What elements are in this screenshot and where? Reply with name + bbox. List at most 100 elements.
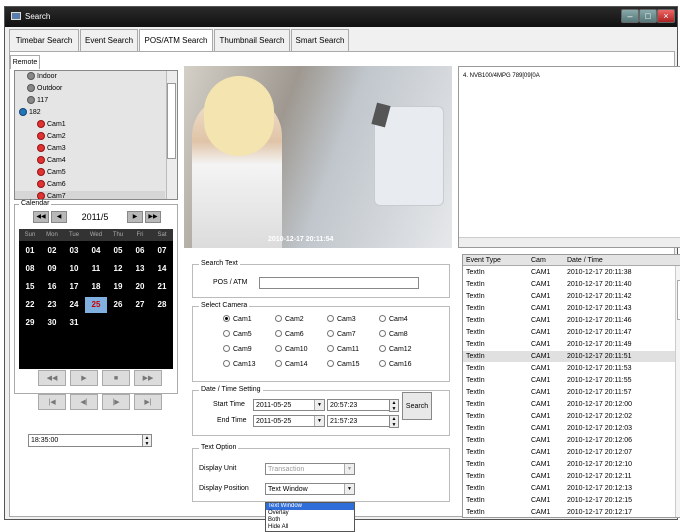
camera-radio[interactable]: Cam9 (223, 344, 252, 355)
calendar-day[interactable]: 31 (63, 315, 85, 331)
table-row[interactable]: TextIn CAM1 2010-12-17 20:11:40 (463, 279, 675, 290)
option-overlay[interactable]: Overlay (266, 510, 354, 517)
calendar-day[interactable]: 28 (151, 297, 173, 313)
minimize-button[interactable]: – (621, 9, 639, 23)
calendar-day[interactable]: 13 (129, 261, 151, 277)
tab-pos-atm-search[interactable]: POS/ATM Search (139, 29, 213, 52)
camera-radio[interactable]: Cam5 (223, 329, 252, 340)
start-date-dropdown-icon[interactable]: ▼ (314, 400, 324, 410)
reverse-play-button[interactable]: ▶ (70, 370, 98, 386)
display-position-dropdown-icon[interactable]: ▼ (344, 484, 354, 494)
first-frame-button[interactable]: |◀ (38, 394, 66, 410)
tree-item[interactable]: Cam5 (15, 167, 165, 179)
camera-radio[interactable]: Cam10 (275, 344, 308, 355)
col-date-time[interactable]: Date / Time (567, 255, 603, 266)
tree-item[interactable]: Cam7 (15, 191, 165, 199)
maximize-button[interactable]: □ (639, 9, 657, 23)
calendar-day[interactable]: 03 (63, 243, 85, 259)
tree-item[interactable]: Cam4 (15, 155, 165, 167)
event-table-scrollbar[interactable] (675, 266, 680, 517)
tree-item[interactable]: 117 (15, 95, 165, 107)
calendar-day[interactable]: 23 (41, 297, 63, 313)
table-row[interactable]: TextIn CAM1 2010-12-17 20:12:02 (463, 411, 675, 422)
search-button[interactable]: Search (402, 392, 432, 420)
table-row[interactable]: TextIn CAM1 2010-12-17 20:12:15 (463, 495, 675, 506)
playback-time-spinner[interactable]: ▲ ▼ (142, 434, 152, 447)
close-button[interactable]: × (657, 9, 675, 23)
calendar-day[interactable]: 17 (63, 279, 85, 295)
tree-item[interactable]: Cam1 (15, 119, 165, 131)
start-date-select[interactable]: 2011-05-25 ▼ (253, 399, 325, 411)
tab-event-search[interactable]: Event Search (80, 29, 138, 51)
fast-forward-button[interactable]: ▶▶ (134, 370, 162, 386)
start-time-input[interactable]: 20:57:23 (327, 399, 397, 411)
calendar-day[interactable]: 04 (85, 243, 107, 259)
text-panel-scrollbar[interactable] (459, 237, 680, 247)
col-event-type[interactable]: Event Type (466, 255, 501, 266)
calendar-day[interactable]: 01 (19, 243, 41, 259)
camera-radio[interactable]: Cam8 (379, 329, 408, 340)
calendar-day[interactable]: 15 (19, 279, 41, 295)
camera-radio[interactable]: Cam15 (327, 359, 360, 370)
table-row[interactable]: TextIn CAM1 2010-12-17 20:11:49 (463, 339, 675, 350)
end-time-spinner[interactable]: ▲ ▼ (389, 415, 399, 428)
calendar-day[interactable]: 16 (41, 279, 63, 295)
tree-item[interactable]: 182 (15, 107, 165, 119)
tab-smart-search[interactable]: Smart Search (291, 29, 349, 51)
camera-radio[interactable]: Cam11 (327, 344, 359, 355)
table-row[interactable]: TextIn CAM1 2010-12-17 20:11:46 (463, 315, 675, 326)
table-row[interactable]: TextIn CAM1 2010-12-17 20:11:38 (463, 267, 675, 278)
camera-radio[interactable]: Cam12 (379, 344, 412, 355)
display-position-select[interactable]: Text Window ▼ (265, 483, 355, 495)
next-month-button[interactable]: ▶ (127, 211, 143, 223)
tree-item[interactable]: Cam6 (15, 179, 165, 191)
tree-item[interactable]: Cam3 (15, 143, 165, 155)
calendar-day[interactable]: 24 (63, 297, 85, 313)
prev-year-button[interactable]: ◀◀ (33, 211, 49, 223)
table-row[interactable]: TextIn CAM1 2010-12-17 20:11:55 (463, 375, 675, 386)
table-row[interactable]: TextIn CAM1 2010-12-17 20:11:53 (463, 363, 675, 374)
calendar-day[interactable]: 20 (129, 279, 151, 295)
camera-radio[interactable]: Cam3 (327, 314, 356, 325)
tab-timebar-search[interactable]: Timebar Search (9, 29, 79, 51)
camera-radio[interactable]: Cam16 (379, 359, 412, 370)
camera-radio[interactable]: Cam6 (275, 329, 304, 340)
calendar-day[interactable]: 30 (41, 315, 63, 331)
rewind-button[interactable]: ◀◀ (38, 370, 66, 386)
tab-remote[interactable]: Remote (10, 55, 40, 69)
calendar-day[interactable]: 21 (151, 279, 173, 295)
table-row[interactable]: TextIn CAM1 2010-12-17 20:11:51 (463, 351, 675, 362)
calendar-day[interactable]: 27 (129, 297, 151, 313)
tree-item[interactable]: Indoor (15, 71, 165, 83)
table-row[interactable]: TextIn CAM1 2010-12-17 20:12:06 (463, 435, 675, 446)
next-year-button[interactable]: ▶▶ (145, 211, 161, 223)
calendar-day[interactable]: 29 (19, 315, 41, 331)
calendar-day[interactable]: 08 (19, 261, 41, 277)
tab-thumbnail-search[interactable]: Thumbnail Search (214, 29, 290, 51)
calendar-day[interactable]: 05 (107, 243, 129, 259)
stop-button[interactable]: ■ (102, 370, 130, 386)
table-row[interactable]: TextIn CAM1 2010-12-17 20:11:47 (463, 327, 675, 338)
camera-radio[interactable]: Cam13 (223, 359, 256, 370)
option-text-window[interactable]: Text Window (266, 503, 354, 510)
calendar-day[interactable]: 11 (85, 261, 107, 277)
table-row[interactable]: TextIn CAM1 2010-12-17 20:11:42 (463, 291, 675, 302)
calendar-day[interactable]: 09 (41, 261, 63, 277)
table-row[interactable]: TextIn CAM1 2010-12-17 20:11:43 (463, 303, 675, 314)
table-row[interactable]: TextIn CAM1 2010-12-17 20:12:10 (463, 459, 675, 470)
calendar-day[interactable]: 22 (19, 297, 41, 313)
tree-item[interactable]: Cam2 (15, 131, 165, 143)
calendar-day[interactable]: 19 (107, 279, 129, 295)
calendar-day[interactable]: 06 (129, 243, 151, 259)
calendar-day[interactable]: 12 (107, 261, 129, 277)
calendar-day[interactable]: 02 (41, 243, 63, 259)
step-forward-button[interactable]: |▶ (102, 394, 130, 410)
col-cam[interactable]: Cam (531, 255, 546, 266)
calendar-day[interactable]: 26 (107, 297, 129, 313)
last-frame-button[interactable]: ▶| (134, 394, 162, 410)
start-time-spinner[interactable]: ▲ ▼ (389, 399, 399, 412)
camera-radio[interactable]: Cam1 (223, 314, 252, 325)
tree-item[interactable]: Outdoor (15, 83, 165, 95)
camera-radio[interactable]: Cam14 (275, 359, 308, 370)
playback-time-input[interactable]: 18:35:00 (28, 434, 152, 447)
